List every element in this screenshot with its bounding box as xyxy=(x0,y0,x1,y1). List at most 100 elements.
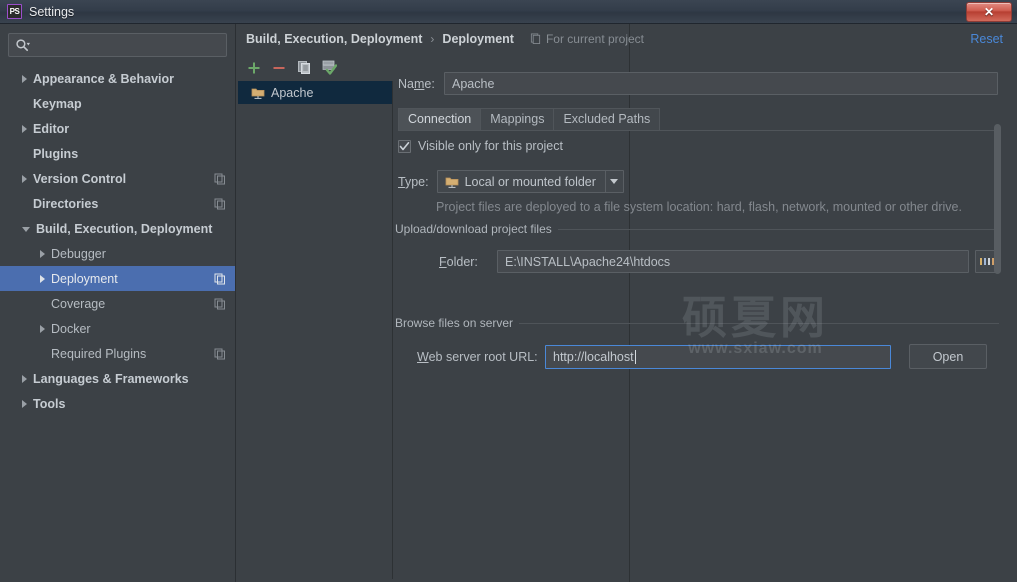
copy-icon xyxy=(214,273,225,284)
tab-connection[interactable]: Connection xyxy=(398,108,482,130)
sidebar-item-debugger[interactable]: Debugger xyxy=(0,241,235,266)
search-input[interactable] xyxy=(30,37,220,53)
sidebar-item-coverage[interactable]: Coverage xyxy=(0,291,235,316)
chevron-right-icon[interactable] xyxy=(22,399,27,408)
add-server-button[interactable] xyxy=(243,57,265,79)
phpstorm-icon: PS xyxy=(7,4,22,19)
type-combo[interactable]: Local or mounted folder xyxy=(436,170,624,193)
form-scrollbar-thumb[interactable] xyxy=(994,124,1001,274)
window-title: Settings xyxy=(29,4,75,19)
chevron-down-icon xyxy=(610,179,619,184)
name-row: Name: xyxy=(398,72,998,95)
server-list-item-label: Apache xyxy=(271,85,314,100)
plus-icon xyxy=(248,62,260,73)
url-input[interactable]: http://localhost xyxy=(545,344,891,369)
sidebar-item-tools[interactable]: Tools xyxy=(0,391,235,416)
settings-window: PS Settings ✕ Appearance & Behavior Keyma… xyxy=(0,0,1017,582)
chevron-down-icon[interactable] xyxy=(22,227,30,232)
open-button-label: Open xyxy=(932,349,964,364)
name-label-mnemonic: m xyxy=(413,76,425,91)
sidebar-item-version-control[interactable]: Version Control xyxy=(0,166,235,191)
chevron-right-icon[interactable] xyxy=(22,74,27,83)
upload-group: Upload/download project files xyxy=(395,222,999,236)
sidebar-item-build-execution-deployment[interactable]: Build, Execution, Deployment xyxy=(0,216,235,241)
url-label: Web server root URL: xyxy=(417,349,538,364)
sidebar-item-label: Directories xyxy=(33,196,99,211)
server-list: Apache xyxy=(238,81,393,579)
chevron-right-icon[interactable] xyxy=(22,374,27,383)
sidebar-item-label: Required Plugins xyxy=(51,346,147,361)
sidebar-item-label: Debugger xyxy=(51,246,106,261)
url-input-value: http://localhost xyxy=(553,349,634,364)
open-button[interactable]: Open xyxy=(909,344,987,369)
connection-tabs: Connection Mappings Excluded Paths xyxy=(398,108,998,131)
type-label-mnemonic: T xyxy=(398,174,405,189)
sidebar-item-keymap[interactable]: Keymap xyxy=(0,91,235,116)
title-bar-left: PS Settings xyxy=(0,4,74,19)
sidebar-item-plugins[interactable]: Plugins xyxy=(0,141,235,166)
browse-group-label: Browse files on server xyxy=(395,316,514,330)
type-row: Type: Local or mounted folder xyxy=(398,170,624,193)
form-scrollbar[interactable] xyxy=(994,124,1001,582)
visible-only-label: Visible only for this project xyxy=(418,139,563,153)
visible-only-checkbox[interactable] xyxy=(398,139,411,153)
server-toolbar xyxy=(238,54,393,81)
sidebar-item-docker[interactable]: Docker xyxy=(0,316,235,341)
folder-row: Folder: xyxy=(439,250,999,273)
folder-label: Folder: xyxy=(439,254,478,269)
check-icon xyxy=(399,141,410,150)
upload-group-line xyxy=(557,228,999,230)
type-label: Type: xyxy=(398,174,429,189)
sidebar-item-label: Deployment xyxy=(51,271,118,286)
browse-group: Browse files on server xyxy=(395,316,999,330)
search-box[interactable] xyxy=(8,33,227,57)
chevron-right-icon[interactable] xyxy=(40,274,45,283)
visible-only-row[interactable]: Visible only for this project xyxy=(398,139,563,153)
local-folder-server-icon xyxy=(445,177,458,188)
connection-form: Name: Connection Mappings Excluded Paths V… xyxy=(394,54,1004,582)
tab-excluded-paths[interactable]: Excluded Paths xyxy=(553,108,661,130)
sidebar-item-label: Build, Execution, Deployment xyxy=(36,221,213,236)
sidebar-item-deployment[interactable]: Deployment xyxy=(0,266,235,291)
copy-icon xyxy=(214,173,225,184)
close-window-button[interactable]: ✕ xyxy=(966,2,1012,22)
folder-label-mnemonic: F xyxy=(439,254,447,269)
chevron-right-icon[interactable] xyxy=(22,174,27,183)
server-list-item[interactable]: Apache xyxy=(238,81,392,104)
sidebar-item-editor[interactable]: Editor xyxy=(0,116,235,141)
tab-label: Excluded Paths xyxy=(563,112,651,126)
chevron-right-icon[interactable] xyxy=(40,249,45,258)
sidebar-item-languages-frameworks[interactable]: Languages & Frameworks xyxy=(0,366,235,391)
sidebar-item-label: Tools xyxy=(33,396,66,411)
url-label-mnemonic: W xyxy=(417,349,429,364)
sidebar-search-wrap xyxy=(0,24,235,57)
local-folder-server-icon xyxy=(251,88,265,99)
type-combo-arrow[interactable] xyxy=(604,171,623,192)
copy-server-button[interactable] xyxy=(293,57,315,79)
sidebar-item-appearance-behavior[interactable]: Appearance & Behavior xyxy=(0,66,235,91)
tab-mappings[interactable]: Mappings xyxy=(480,108,555,130)
settings-sidebar: Appearance & Behavior Keymap Editor Plugins… xyxy=(0,24,236,582)
sidebar-item-required-plugins[interactable]: Required Plugins xyxy=(0,341,235,366)
chevron-right-icon[interactable] xyxy=(40,324,45,333)
breadcrumb-separator: › xyxy=(430,31,435,46)
scope-note: For current project xyxy=(530,32,644,46)
project-scope-icon xyxy=(530,33,541,44)
chevron-right-icon[interactable] xyxy=(22,124,27,133)
set-default-server-button[interactable] xyxy=(318,57,340,79)
name-input[interactable] xyxy=(444,72,998,95)
type-combo-text: Local or mounted folder xyxy=(438,175,605,189)
search-icon xyxy=(16,38,30,51)
scope-note-label: For current project xyxy=(545,31,645,46)
type-hint: Project files are deployed to a file sys… xyxy=(436,200,962,214)
remove-server-button[interactable] xyxy=(268,57,290,79)
breadcrumb: Build, Execution, Deployment › Deploymen… xyxy=(237,24,1017,53)
sidebar-item-label: Plugins xyxy=(33,146,79,161)
settings-main-panel: Build, Execution, Deployment › Deploymen… xyxy=(237,24,1017,582)
reset-link[interactable]: Reset xyxy=(970,32,1003,46)
folder-input[interactable] xyxy=(497,250,969,273)
name-label: Name: xyxy=(398,76,435,91)
sidebar-item-directories[interactable]: Directories xyxy=(0,191,235,216)
copy-icon xyxy=(214,198,225,209)
breadcrumb-root[interactable]: Build, Execution, Deployment xyxy=(246,32,422,46)
